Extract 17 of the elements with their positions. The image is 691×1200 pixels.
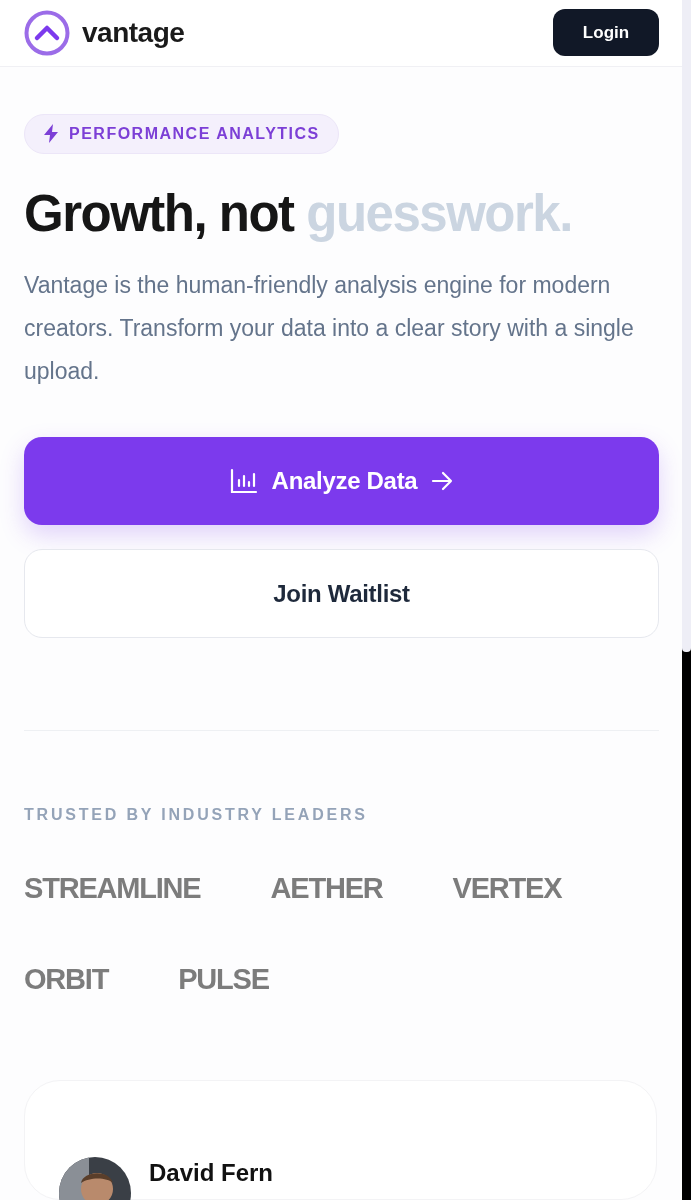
partner-logo: VERTEX — [452, 872, 562, 905]
arrow-right-icon — [431, 471, 454, 491]
partner-logo: PULSE — [178, 963, 269, 996]
login-button[interactable]: Login — [553, 9, 659, 57]
waitlist-button[interactable]: Join Waitlist — [24, 549, 659, 638]
partner-logo: ORBIT — [24, 963, 109, 996]
badge-label: PERFORMANCE ANALYTICS — [69, 124, 320, 143]
author-name: David Fern — [149, 1159, 274, 1187]
partner-logo: STREAMLINE — [24, 872, 201, 905]
intro-text: Vantage is the human-friendly analysis engine for modern creators. Transform your data into a clear story with a single upload. — [24, 271, 635, 386]
partner-logo: AETHER — [270, 872, 383, 905]
lightning-icon — [43, 124, 59, 144]
logo-icon — [24, 9, 70, 56]
section-title: TRUSTED BY INDUSTRY LEADERS — [24, 806, 369, 824]
brand-name: vantage — [82, 16, 185, 49]
analyze-button[interactable]: Analyze Data — [24, 437, 659, 525]
bar-chart-icon — [229, 468, 258, 494]
